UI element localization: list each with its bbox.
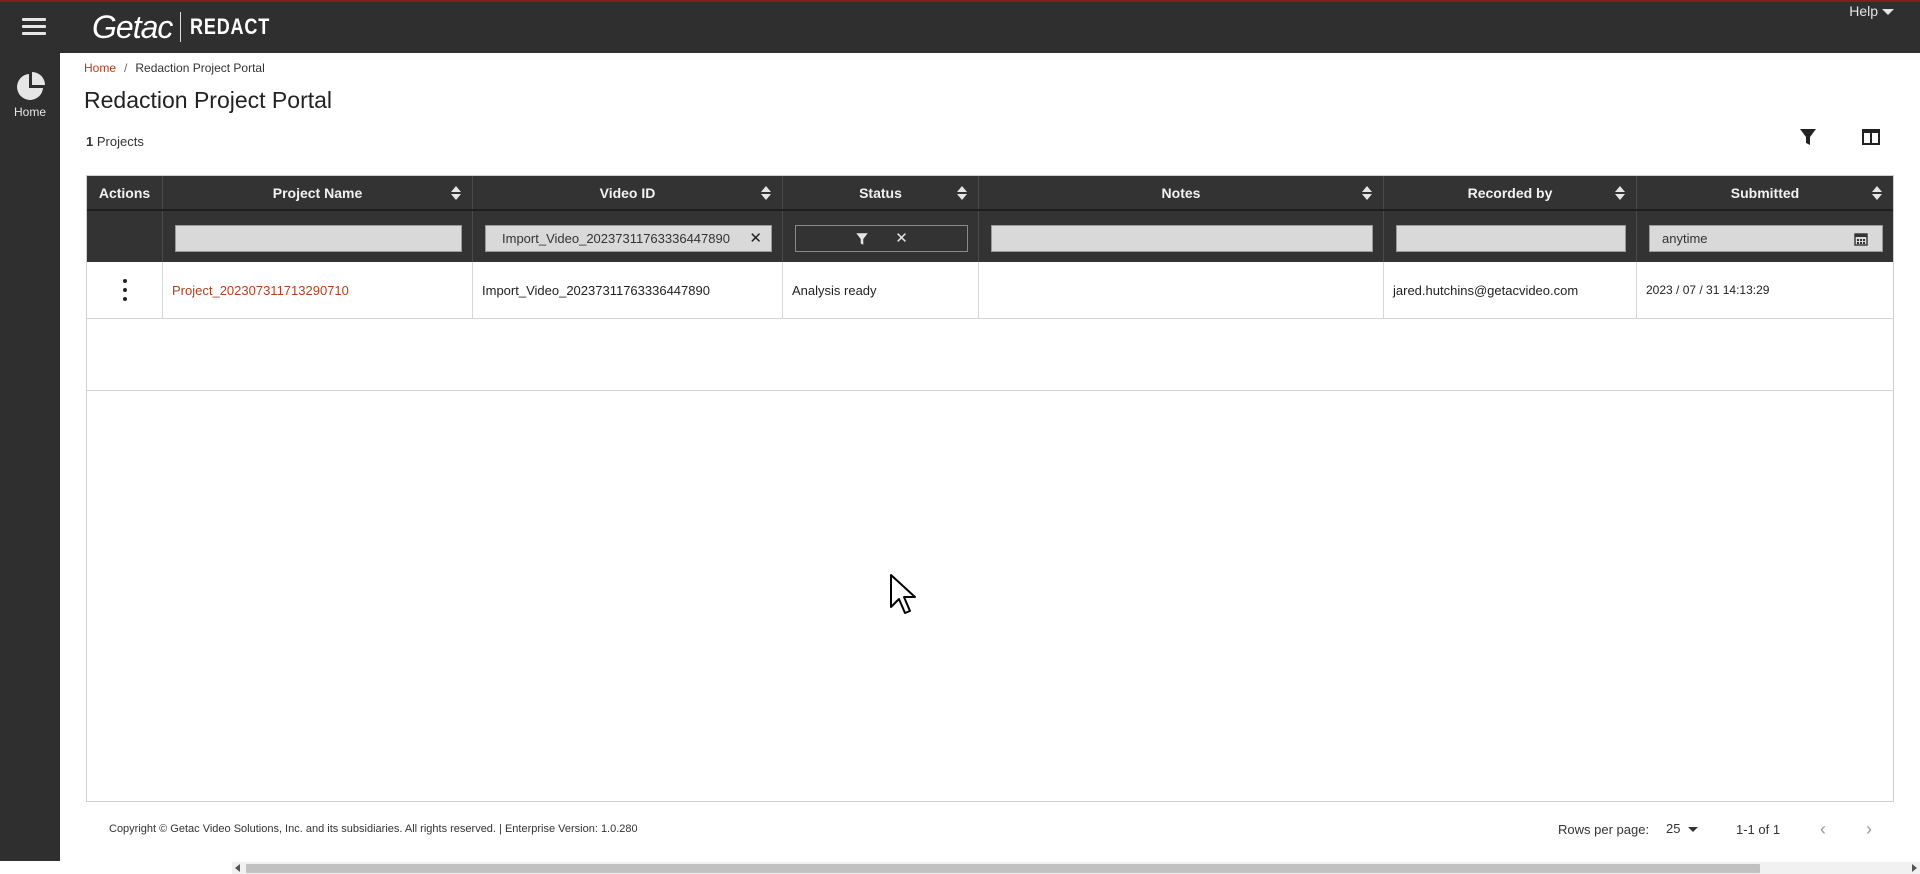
filter-cell-video-id: Import_Video_20237311763336447890 ✕ <box>473 211 783 262</box>
submitted-filter-input[interactable]: anytime <box>1649 225 1883 252</box>
table-filter-row: Import_Video_20237311763336447890 ✕ ✕ an… <box>87 209 1893 262</box>
project-name-cell: Project_202307311713290710 <box>163 262 473 318</box>
logo-redact: REDACT <box>190 14 271 39</box>
column-header-label: Project Name <box>272 184 363 201</box>
columns-icon[interactable] <box>1860 126 1882 148</box>
top-bar: Getac REDACT Help <box>0 0 1920 53</box>
clear-icon[interactable]: ✕ <box>895 231 908 246</box>
breadcrumb-separator: / <box>124 61 128 75</box>
sort-icon[interactable] <box>1872 186 1882 200</box>
filter-cell-recorded-by <box>1384 211 1637 262</box>
table-row: Project_202307311713290710 Import_Video_… <box>87 262 1893 319</box>
pie-chart-icon <box>17 72 45 100</box>
scroll-left-arrow-icon[interactable] <box>235 864 240 872</box>
rows-per-page-label: Rows per page: <box>1558 822 1650 837</box>
project-name-filter-input[interactable] <box>175 225 462 252</box>
help-label: Help <box>1849 3 1878 19</box>
project-count-label: Projects <box>96 134 144 149</box>
recorded-by-cell: jared.hutchins@getacvideo.com <box>1384 262 1637 318</box>
sort-icon[interactable] <box>1615 186 1625 200</box>
filter-icon[interactable] <box>1797 126 1819 148</box>
column-header-label: Submitted <box>1730 184 1800 201</box>
logo: Getac REDACT <box>92 8 288 45</box>
sort-icon[interactable] <box>761 186 771 200</box>
filter-cell-actions <box>87 211 163 262</box>
page-title: Redaction Project Portal <box>84 87 333 113</box>
logo-getac: Getac <box>92 8 173 45</box>
calendar-icon[interactable] <box>1854 232 1868 246</box>
column-header-project-name[interactable]: Project Name <box>163 176 473 209</box>
scroll-right-arrow-icon[interactable] <box>1912 864 1917 872</box>
copyright-text: Copyright © Getac Video Solutions, Inc. … <box>109 823 638 835</box>
sidebar-item-home[interactable]: Home <box>0 71 60 119</box>
column-header-label: Notes <box>1161 184 1201 201</box>
filter-cell-submitted: anytime <box>1637 211 1893 262</box>
sidebar-item-label: Home <box>13 105 46 119</box>
sort-icon[interactable] <box>1362 186 1372 200</box>
chevron-down-icon <box>1882 9 1894 15</box>
projects-table: Actions Project Name Video ID Status Not… <box>86 175 1894 802</box>
mouse-cursor-icon <box>890 574 916 614</box>
project-count: 1 Projects <box>86 134 144 149</box>
sort-icon[interactable] <box>957 186 967 200</box>
table-header-row: Actions Project Name Video ID Status Not… <box>87 176 1893 209</box>
app-root: Getac REDACT Help Home Home / Redaction Pr… <box>0 0 1920 874</box>
status-filter-control[interactable]: ✕ <box>795 225 968 252</box>
rows-per-page-select[interactable]: 25 <box>1666 821 1699 836</box>
column-header-recorded-by[interactable]: Recorded by <box>1384 176 1637 209</box>
column-header-label: Status <box>859 184 902 201</box>
column-header-label: Recorded by <box>1467 184 1553 201</box>
recorded-by-filter-input[interactable] <box>1396 225 1626 252</box>
video-id-cell: Import_Video_20237311763336447890 <box>473 262 783 318</box>
chevron-right-icon[interactable]: › <box>1866 820 1872 838</box>
filter-value: Import_Video_20237311763336447890 <box>502 231 730 246</box>
column-header-notes[interactable]: Notes <box>979 176 1384 209</box>
notes-filter-input[interactable] <box>991 225 1373 252</box>
clear-icon[interactable]: ✕ <box>749 231 762 246</box>
sidebar: Home <box>0 53 60 861</box>
filter-cell-status: ✕ <box>783 211 979 262</box>
filter-cell-notes <box>979 211 1384 262</box>
breadcrumb-current: Redaction Project Portal <box>135 61 265 75</box>
rows-per-page-value: 25 <box>1666 821 1681 836</box>
more-actions-icon[interactable] <box>122 279 128 301</box>
column-header-video-id[interactable]: Video ID <box>473 176 783 209</box>
scrollbar-thumb[interactable] <box>246 864 1760 873</box>
status-cell: Analysis ready <box>783 262 979 318</box>
breadcrumb-home-link[interactable]: Home <box>84 61 116 75</box>
column-header-actions: Actions <box>87 176 163 209</box>
notes-cell <box>979 262 1384 318</box>
filter-value: anytime <box>1662 231 1708 246</box>
table-empty-row <box>87 319 1893 391</box>
help-menu[interactable]: Help <box>1849 3 1894 19</box>
video-id-filter-input[interactable]: Import_Video_20237311763336447890 ✕ <box>485 225 772 252</box>
filter-icon[interactable] <box>855 232 869 246</box>
horizontal-scrollbar[interactable] <box>232 862 1920 874</box>
project-count-number: 1 <box>86 134 94 149</box>
pagination-range: 1-1 of 1 <box>1736 822 1781 837</box>
sort-icon[interactable] <box>451 186 461 200</box>
breadcrumb: Home / Redaction Project Portal <box>84 61 265 75</box>
logo-divider <box>180 12 182 42</box>
chevron-down-icon <box>1688 827 1699 832</box>
column-header-label: Video ID <box>599 184 656 201</box>
submitted-cell: 2023 / 07 / 31 14:13:29 <box>1646 283 1770 297</box>
column-header-status[interactable]: Status <box>783 176 979 209</box>
column-header-label: Actions <box>98 184 151 201</box>
filter-cell-project-name <box>163 211 473 262</box>
row-actions-cell <box>87 262 163 318</box>
column-header-submitted[interactable]: Submitted <box>1637 176 1893 209</box>
chevron-left-icon[interactable]: ‹ <box>1820 820 1826 838</box>
project-name-link[interactable]: Project_202307311713290710 <box>172 283 349 298</box>
hamburger-menu-icon[interactable] <box>22 18 46 38</box>
